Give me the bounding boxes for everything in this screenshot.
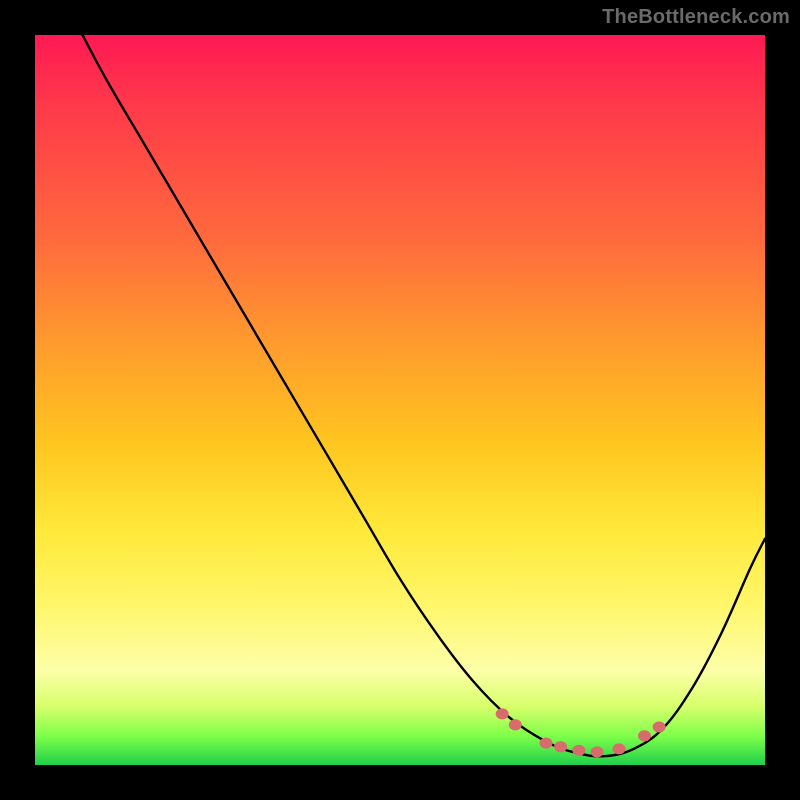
- sweet-spot-dot: [638, 730, 651, 741]
- sweet-spot-dot: [540, 738, 553, 749]
- sweet-spot-dot: [509, 719, 522, 730]
- chart-frame: TheBottleneck.com: [0, 0, 800, 800]
- plot-area: [35, 35, 765, 765]
- sweet-spot-dot: [554, 741, 567, 752]
- sweet-spot-markers: [496, 708, 666, 757]
- sweet-spot-dot: [613, 743, 626, 754]
- sweet-spot-dot: [653, 721, 666, 732]
- sweet-spot-dot: [591, 746, 604, 757]
- watermark-text: TheBottleneck.com: [602, 6, 790, 29]
- curve-layer: [35, 35, 765, 765]
- bottleneck-curve: [83, 35, 766, 756]
- sweet-spot-dot: [572, 745, 585, 756]
- sweet-spot-dot: [496, 708, 509, 719]
